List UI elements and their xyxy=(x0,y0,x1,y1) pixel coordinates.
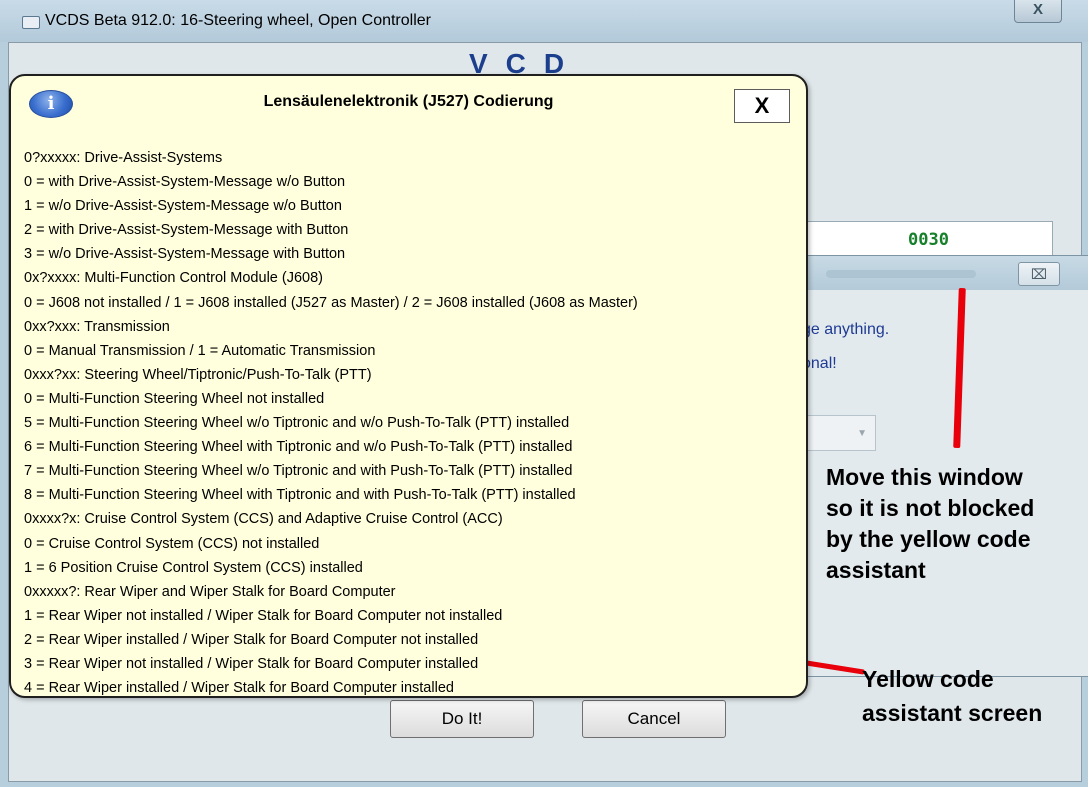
annotation-move-window: Move this window so it is not blocked by… xyxy=(826,462,1034,586)
list-item: 0 = J608 not installed / 1 = J608 instal… xyxy=(24,294,638,311)
annotation-line: by the yellow code xyxy=(826,526,1031,552)
list-item: 2 = with Drive-Assist-System-Message wit… xyxy=(24,222,349,239)
list-item: 0 = Manual Transmission / 1 = Automatic … xyxy=(24,342,376,359)
list-item: 0 = Multi-Function Steering Wheel not in… xyxy=(24,390,325,407)
dialog-dropdown[interactable]: ▼ xyxy=(796,415,876,451)
code-assistant-title: Lensäulenelektronik (J527) Codierung xyxy=(263,93,554,110)
secondary-dialog-title-bar[interactable]: ⌧ xyxy=(796,256,1088,290)
secondary-dialog-close-button[interactable]: ⌧ xyxy=(1018,262,1060,286)
list-item: 0?xxxxx: Drive-Assist-Systems xyxy=(24,150,223,166)
annotation-line: Move this window xyxy=(826,464,1023,490)
list-item: 0 = Cruise Control System (CCS) not inst… xyxy=(24,535,320,552)
list-item: 5 = Multi-Function Steering Wheel w/o Ti… xyxy=(24,415,570,432)
title-bar[interactable]: VCDS Beta 912.0: 16-Steering wheel, Open… xyxy=(0,0,1088,42)
coding-value: 0030 xyxy=(908,230,949,250)
annotation-yellow-screen: Yellow code assistant screen xyxy=(862,662,1042,730)
annotation-line: so it is not blocked xyxy=(826,495,1035,521)
list-item: 8 = Multi-Function Steering Wheel with T… xyxy=(24,487,576,504)
annotation-line: assistant xyxy=(826,557,926,583)
app-icon xyxy=(22,16,40,29)
list-item: 0xxxxx?: Rear Wiper and Wiper Stalk for … xyxy=(24,583,396,600)
list-item: 7 = Multi-Function Steering Wheel w/o Ti… xyxy=(24,463,573,480)
blurred-title-text xyxy=(826,270,976,278)
list-item: 2 = Rear Wiper installed / Wiper Stalk f… xyxy=(24,631,479,648)
list-item: 6 = Multi-Function Steering Wheel with T… xyxy=(24,439,573,456)
code-assistant-popup[interactable]: i Lensäulenelektronik (J527) Codierung X… xyxy=(9,74,808,698)
coding-description-list: 0?xxxxx: Drive-Assist-Systems 0 = with D… xyxy=(24,146,638,700)
chevron-down-icon: ▼ xyxy=(857,428,867,439)
list-item: 3 = Rear Wiper not installed / Wiper Sta… xyxy=(24,655,479,672)
list-item: 1 = Rear Wiper not installed / Wiper Sta… xyxy=(24,607,503,624)
annotation-line: assistant screen xyxy=(862,700,1043,726)
list-item: 3 = w/o Drive-Assist-System-Message with… xyxy=(24,246,346,263)
list-item: 0xxx?xx: Steering Wheel/Tiptronic/Push-T… xyxy=(24,366,372,383)
code-assistant-close-button[interactable]: X xyxy=(734,89,790,123)
list-item: 1 = w/o Drive-Assist-System-Message w/o … xyxy=(24,198,342,215)
window-close-button[interactable]: X xyxy=(1014,0,1062,23)
list-item: 0xx?xxx: Transmission xyxy=(24,318,170,335)
list-item: 0 = with Drive-Assist-System-Message w/o… xyxy=(24,174,346,191)
list-item: 4 = Rear Wiper installed / Wiper Stalk f… xyxy=(24,680,454,697)
annotation-line: Yellow code xyxy=(862,666,994,692)
window-title: VCDS Beta 912.0: 16-Steering wheel, Open… xyxy=(45,12,431,29)
vcds-logo-fragment: VCD xyxy=(469,53,583,75)
coding-field[interactable]: 0030 xyxy=(779,221,1053,259)
list-item: 0xxxx?x: Cruise Control System (CCS) and… xyxy=(24,511,503,528)
dialog-text-line-1: ge anything. xyxy=(802,321,890,338)
list-item: 1 = 6 Position Cruise Control System (CC… xyxy=(24,559,363,576)
list-item: 0x?xxxx: Multi-Function Control Module (… xyxy=(24,270,323,287)
cancel-button[interactable]: Cancel xyxy=(582,700,726,738)
do-it-button[interactable]: Do It! xyxy=(390,700,534,738)
